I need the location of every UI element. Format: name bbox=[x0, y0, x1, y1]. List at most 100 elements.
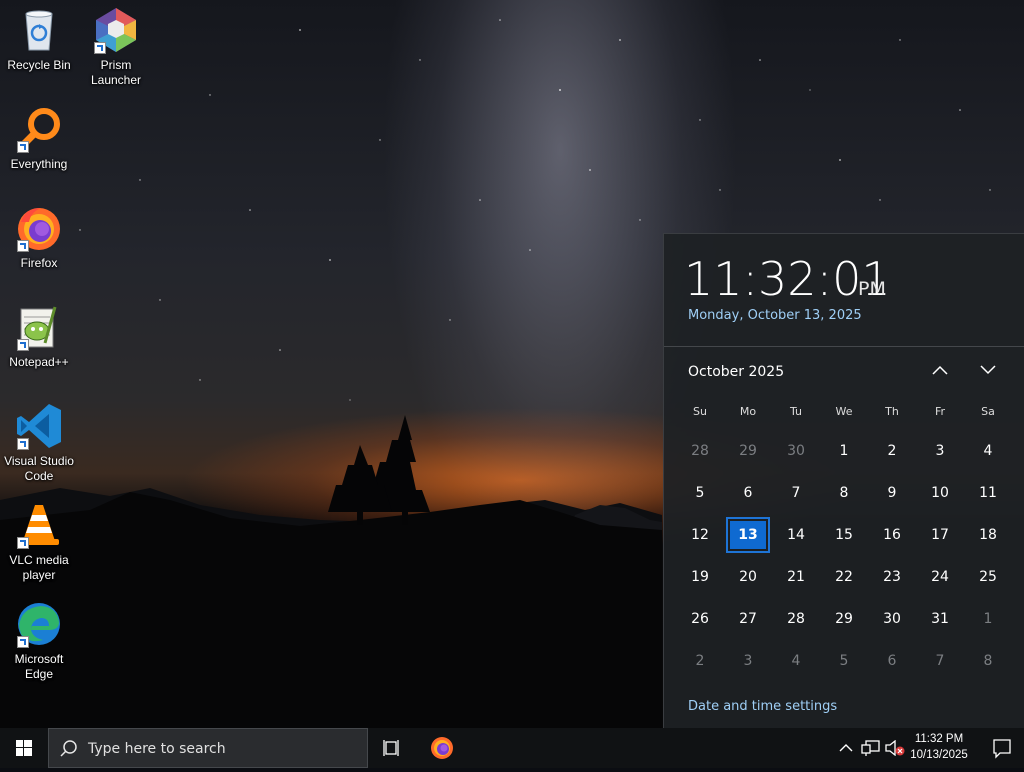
calendar-day[interactable]: 15 bbox=[820, 514, 868, 556]
taskbar-firefox-button[interactable] bbox=[418, 728, 466, 768]
calendar-day[interactable]: 25 bbox=[964, 556, 1012, 598]
task-view-icon bbox=[368, 740, 416, 772]
calendar-day[interactable]: 20 bbox=[724, 556, 772, 598]
calendar-day[interactable]: 17 bbox=[916, 514, 964, 556]
weekday-header: Tu bbox=[789, 405, 803, 418]
calendar-day[interactable]: 7 bbox=[772, 472, 820, 514]
vscode-label: Visual Studio Code bbox=[4, 454, 74, 483]
calendar-day-other-month[interactable]: 30 bbox=[772, 430, 820, 472]
previous-month-button[interactable] bbox=[926, 360, 954, 384]
weekday-header: Su bbox=[693, 405, 707, 418]
calendar-day-today-label: 13 bbox=[730, 521, 766, 549]
desktop-icon-prism-launcher[interactable]: Prism Launcher bbox=[78, 6, 154, 88]
calendar-day[interactable]: 30 bbox=[868, 598, 916, 640]
firefox-label: Firefox bbox=[20, 256, 58, 270]
calendar-day[interactable]: 28 bbox=[772, 598, 820, 640]
desktop-icon-vscode[interactable]: Visual Studio Code bbox=[1, 402, 77, 484]
clock-ampm: PM bbox=[858, 278, 886, 300]
chevron-down-icon bbox=[980, 360, 996, 379]
weekday-header: Mo bbox=[739, 405, 757, 418]
calendar-day[interactable]: 16 bbox=[868, 514, 916, 556]
vlc-icon bbox=[15, 501, 63, 549]
calendar-day[interactable]: 5 bbox=[676, 472, 724, 514]
shortcut-arrow-icon bbox=[94, 42, 106, 54]
desktop-icon-recycle-bin[interactable]: Recycle Bin bbox=[1, 6, 77, 73]
desktop-icon-notepad-plus-plus[interactable]: Notepad++ bbox=[1, 303, 77, 370]
calendar-day[interactable]: 9 bbox=[868, 472, 916, 514]
full-date-link[interactable]: Monday, October 13, 2025 bbox=[688, 308, 862, 323]
calendar-day-today[interactable]: 13 bbox=[726, 517, 770, 553]
weekday-header: Fr bbox=[934, 405, 946, 418]
search-placeholder: Type here to search bbox=[88, 741, 226, 757]
calendar-day[interactable]: 3 bbox=[916, 430, 964, 472]
desktop-icon-edge[interactable]: Microsoft Edge bbox=[1, 600, 77, 682]
calendar-day-other-month[interactable]: 1 bbox=[964, 598, 1012, 640]
calendar-day-other-month[interactable]: 28 bbox=[676, 430, 724, 472]
desktop-icon-vlc[interactable]: VLC media player bbox=[1, 501, 77, 583]
calendar-day[interactable]: 8 bbox=[820, 472, 868, 514]
calendar-day[interactable]: 19 bbox=[676, 556, 724, 598]
network-icon[interactable] bbox=[861, 740, 881, 760]
calendar-day[interactable]: 21 bbox=[772, 556, 820, 598]
start-button[interactable] bbox=[0, 728, 48, 768]
prism-launcher-label: Prism Launcher bbox=[90, 58, 142, 87]
taskbar-search-box[interactable]: Type here to search bbox=[48, 728, 368, 768]
calendar-day[interactable]: 1 bbox=[820, 430, 868, 472]
calendar-day[interactable]: 14 bbox=[772, 514, 820, 556]
calendar-month-label[interactable]: October 2025 bbox=[688, 364, 784, 380]
shortcut-arrow-icon bbox=[17, 438, 29, 450]
date-time-settings-link[interactable]: Date and time settings bbox=[688, 699, 837, 714]
calendar-day-other-month[interactable]: 4 bbox=[772, 640, 820, 682]
next-month-button[interactable] bbox=[974, 360, 1002, 384]
recycle-bin-label: Recycle Bin bbox=[7, 58, 71, 72]
calendar-day-other-month[interactable]: 2 bbox=[676, 640, 724, 682]
calendar-day[interactable]: 24 bbox=[916, 556, 964, 598]
calendar-day[interactable]: 23 bbox=[868, 556, 916, 598]
calendar-day[interactable]: 22 bbox=[820, 556, 868, 598]
flyout-divider bbox=[664, 346, 1024, 347]
taskbar-clock[interactable]: 11:32 PM 10/13/2025 bbox=[902, 731, 976, 763]
calendar-day-other-month[interactable]: 3 bbox=[724, 640, 772, 682]
calendar-day-other-month[interactable]: 7 bbox=[916, 640, 964, 682]
firefox-icon bbox=[15, 204, 63, 252]
prism-launcher-icon bbox=[92, 6, 140, 54]
calendar-day[interactable]: 11 bbox=[964, 472, 1012, 514]
desktop-icon-everything[interactable]: Everything bbox=[1, 105, 77, 172]
notepad-plus-plus-label: Notepad++ bbox=[9, 355, 69, 369]
clock-calendar-flyout: 11:32:01 PM Monday, October 13, 2025 Oct… bbox=[663, 233, 1024, 728]
chevron-up-icon[interactable] bbox=[839, 740, 853, 760]
calendar-day[interactable]: 12 bbox=[676, 514, 724, 556]
action-center-button[interactable] bbox=[980, 728, 1024, 768]
desktop-icon-firefox[interactable]: Firefox bbox=[1, 204, 77, 271]
shortcut-arrow-icon bbox=[17, 339, 29, 351]
vscode-icon bbox=[15, 402, 63, 450]
everything-label: Everything bbox=[10, 157, 68, 171]
calendar-day[interactable]: 10 bbox=[916, 472, 964, 514]
calendar-day[interactable]: 18 bbox=[964, 514, 1012, 556]
calendar-day[interactable]: 6 bbox=[724, 472, 772, 514]
calendar-day[interactable]: 2 bbox=[868, 430, 916, 472]
weekday-header: We bbox=[835, 405, 853, 418]
everything-icon bbox=[15, 105, 63, 153]
calendar-day[interactable]: 27 bbox=[724, 598, 772, 640]
task-view-button[interactable] bbox=[368, 728, 416, 768]
chevron-up-icon bbox=[932, 360, 948, 379]
edge-label: Microsoft Edge bbox=[14, 652, 64, 681]
taskbar-time: 11:32 PM bbox=[914, 733, 964, 745]
weekday-header: Sa bbox=[981, 405, 995, 418]
search-icon bbox=[59, 739, 79, 763]
calendar-day-other-month[interactable]: 6 bbox=[868, 640, 916, 682]
shortcut-arrow-icon bbox=[17, 636, 29, 648]
calendar-day[interactable]: 4 bbox=[964, 430, 1012, 472]
taskbar: Type here to search 11:32 PM 10/13/2025 bbox=[0, 728, 1024, 768]
recycle-bin-icon bbox=[15, 6, 63, 54]
taskbar-date: 10/13/2025 bbox=[910, 749, 968, 761]
calendar-day-other-month[interactable]: 5 bbox=[820, 640, 868, 682]
calendar-day-other-month[interactable]: 8 bbox=[964, 640, 1012, 682]
calendar-day[interactable]: 29 bbox=[820, 598, 868, 640]
edge-icon bbox=[15, 600, 63, 648]
calendar-day[interactable]: 31 bbox=[916, 598, 964, 640]
vlc-label: VLC media player bbox=[9, 553, 69, 582]
calendar-day-other-month[interactable]: 29 bbox=[724, 430, 772, 472]
calendar-day[interactable]: 26 bbox=[676, 598, 724, 640]
